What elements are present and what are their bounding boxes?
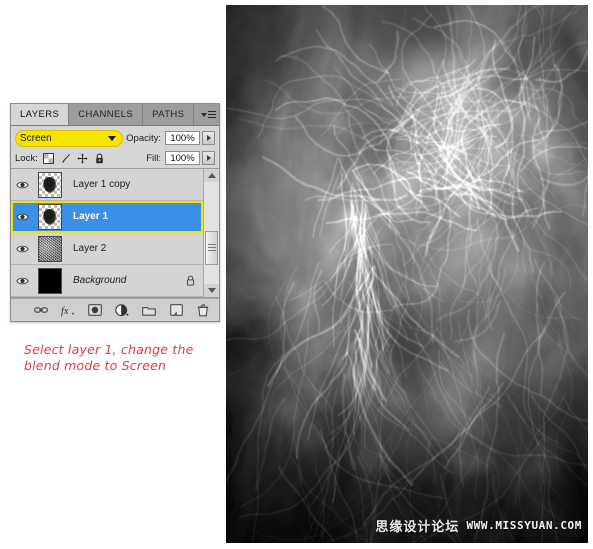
layer-name-label: Layer 2 [73,243,107,254]
scroll-down-arrow-icon[interactable] [204,284,219,297]
layer-row-background[interactable]: Background [11,265,203,297]
instruction-caption: Select layer 1, change the blend mode to… [24,342,224,374]
layer-thumbnail[interactable] [33,171,67,198]
lock-all-padlock-icon[interactable] [94,153,105,164]
blend-mode-value: Screen [20,132,52,144]
tab-paths[interactable]: PATHS [143,104,195,125]
scrollbar-thumb[interactable] [205,230,218,265]
caption-line-1: Select layer 1, change the [24,342,194,357]
panel-menu-icon[interactable] [197,104,219,125]
layer-row-layer-1[interactable]: Layer 1 [11,201,203,233]
opacity-label: Opacity: [126,132,161,144]
layer-thumbnail-image [38,203,62,230]
panel-menu-caret-icon [200,112,207,117]
layer-rows: Layer 1 copy Layer 1 Layer 2 Background [11,169,203,297]
fill-input[interactable]: 100% [165,151,200,165]
layer-name-label: Background [73,275,127,286]
layers-bottom-toolbar: fx [11,298,219,321]
watermark-url-text: WWW.MISSYUAN.COM [466,519,582,532]
layer-name-label: Layer 1 copy [73,179,131,190]
opacity-input[interactable]: 100% [165,131,200,145]
layer-row-layer-2[interactable]: Layer 2 [11,233,203,265]
tab-paths-label: PATHS [152,109,185,120]
link-layers-icon[interactable] [34,303,48,317]
fill-value: 100% [170,152,195,164]
tab-layers[interactable]: LAYERS [11,104,70,125]
lock-image-brush-icon[interactable] [60,153,71,164]
background-locked-padlock-icon [177,275,203,286]
delete-layer-trash-icon[interactable] [196,303,210,317]
smoke-photo-image: 思缘设计论坛 WWW.MISSYUAN.COM [226,5,588,543]
add-layer-mask-icon[interactable] [88,303,102,317]
scrollbar-grip-icon [207,244,216,252]
layer-thumbnail-image [38,235,62,262]
layers-panel: LAYERS CHANNELS PATHS Screen Opacity: 10… [10,103,220,322]
layer-thumbnail-image [38,267,62,294]
panel-tab-bar: LAYERS CHANNELS PATHS [11,104,219,126]
opacity-value: 100% [170,132,195,144]
scrollbar-track[interactable] [204,182,219,284]
new-group-folder-icon[interactable] [142,303,156,317]
adjustment-layer-icon[interactable] [115,303,129,317]
layer-name-label: Layer 1 [73,211,109,222]
caption-line-2: blend mode to Screen [24,358,167,373]
new-layer-icon[interactable] [169,303,183,317]
layer-style-fx-icon[interactable]: fx [61,303,75,317]
eye-visibility-icon[interactable] [11,276,33,286]
layer-thumbnail-image [38,171,62,198]
layer-thumbnail[interactable] [33,203,67,230]
lock-position-move-icon[interactable] [77,152,88,164]
svg-text:fx: fx [61,306,69,317]
blend-mode-select[interactable]: Screen [15,129,123,147]
chevron-right-icon [206,135,211,141]
panel-controls: Screen Opacity: 100% Lock: Fill: 100% [11,126,219,168]
eye-visibility-icon[interactable] [11,212,33,222]
eye-visibility-icon[interactable] [11,244,33,254]
eye-visibility-icon[interactable] [11,180,33,190]
watermark: 思缘设计论坛 WWW.MISSYUAN.COM [375,516,582,535]
layer-thumbnail[interactable] [33,267,67,294]
opacity-slider-button[interactable] [202,131,215,145]
lock-label: Lock: [15,152,38,164]
lock-fill-row: Lock: Fill: 100% [15,149,215,167]
blend-mode-dropdown[interactable]: Screen [15,129,123,147]
chevron-down-icon [108,135,116,141]
panel-menu-lines-icon [207,110,216,119]
fill-slider-button[interactable] [202,151,215,165]
fill-label: Fill: [146,152,161,164]
layer-list-scrollbar[interactable] [203,169,219,297]
layer-list: Layer 1 copy Layer 1 Layer 2 Background [11,168,219,298]
layer-thumbnail[interactable] [33,235,67,262]
blend-opacity-row: Screen Opacity: 100% [15,129,215,147]
tab-channels[interactable]: CHANNELS [69,104,144,125]
photo-canvas [226,5,588,543]
watermark-chinese-text: 思缘设计论坛 [375,520,460,535]
lock-transparency-icon[interactable] [42,152,54,164]
chevron-right-icon [206,155,211,161]
lock-icon-group [42,152,105,164]
scroll-up-arrow-icon[interactable] [204,169,219,182]
layer-row-layer-1-copy[interactable]: Layer 1 copy [11,169,203,201]
tab-channels-label: CHANNELS [78,109,134,120]
tab-layers-label: LAYERS [20,109,60,120]
